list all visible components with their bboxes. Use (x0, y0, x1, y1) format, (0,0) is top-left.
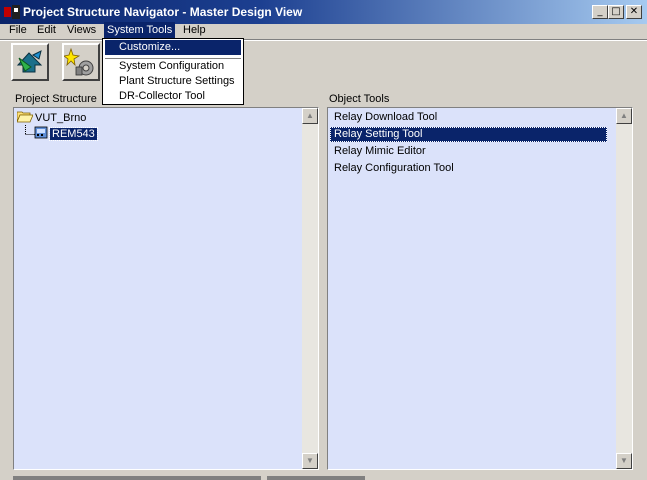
maximize-button[interactable]: □ (608, 5, 624, 19)
scroll-up-button[interactable]: ▲ (302, 108, 318, 124)
tools-wizard-button[interactable] (62, 43, 100, 81)
relay-device-icon (34, 126, 48, 139)
menubar-divider-highlight (0, 40, 647, 41)
project-tree-scrollbar[interactable]: ▲ ▼ (302, 108, 318, 469)
tool-item-relay-mimic[interactable]: Relay Mimic Editor (330, 144, 607, 159)
close-button[interactable]: ✕ (626, 5, 642, 19)
menu-edit[interactable]: Edit (34, 22, 59, 38)
navigate-icon (16, 50, 43, 73)
title-bar[interactable]: Project Structure Navigator - Master Des… (0, 0, 647, 24)
menu-system-tools[interactable]: System Tools (104, 22, 176, 38)
minimize-button[interactable]: _ (592, 5, 608, 19)
scroll-down-button[interactable]: ▼ (616, 453, 632, 469)
tree-item-label: VUT_Brno (35, 112, 87, 124)
project-structure-tree[interactable]: VUT_Brno REM543 ▲ ▼ (13, 107, 319, 470)
object-tools-label: Object Tools (329, 93, 390, 105)
menu-item-plant-structure-settings[interactable]: Plant Structure Settings (105, 74, 241, 89)
project-structure-label: Project Structure (15, 93, 97, 105)
status-panel-right (267, 476, 365, 480)
tool-item-relay-setting[interactable]: Relay Setting Tool (330, 127, 607, 142)
folder-open-icon (16, 111, 34, 123)
menu-item-customize[interactable]: Customize... (105, 40, 241, 55)
object-tools-list[interactable]: Relay Download Tool Relay Setting Tool R… (327, 107, 633, 470)
menu-file[interactable]: File (6, 22, 30, 38)
scroll-up-button[interactable]: ▲ (616, 108, 632, 124)
status-panel-left (13, 476, 261, 480)
menu-views[interactable]: Views (64, 22, 99, 38)
menu-bar: File Edit Views System Tools Help (0, 22, 647, 39)
window-title: Project Structure Navigator - Master Des… (23, 5, 303, 19)
tree-item-rem543[interactable]: REM543 (34, 126, 98, 142)
menu-item-system-configuration[interactable]: System Configuration (105, 59, 241, 74)
tool-item-relay-download[interactable]: Relay Download Tool (330, 110, 607, 125)
menu-help[interactable]: Help (180, 22, 209, 38)
tree-item-vut-brno[interactable]: VUT_Brno (16, 110, 87, 126)
tool-item-relay-configuration[interactable]: Relay Configuration Tool (330, 161, 607, 176)
system-tools-dropdown: Customize... System Configuration Plant … (102, 38, 244, 105)
tools-wizard-icon (64, 47, 94, 76)
app-logo-icon (4, 5, 20, 19)
scroll-down-button[interactable]: ▼ (302, 453, 318, 469)
object-tools-scrollbar[interactable]: ▲ ▼ (616, 108, 632, 469)
tree-item-label: REM543 (49, 127, 98, 141)
navigate-button[interactable] (11, 43, 49, 81)
menu-item-dr-collector-tool[interactable]: DR-Collector Tool (105, 89, 241, 104)
